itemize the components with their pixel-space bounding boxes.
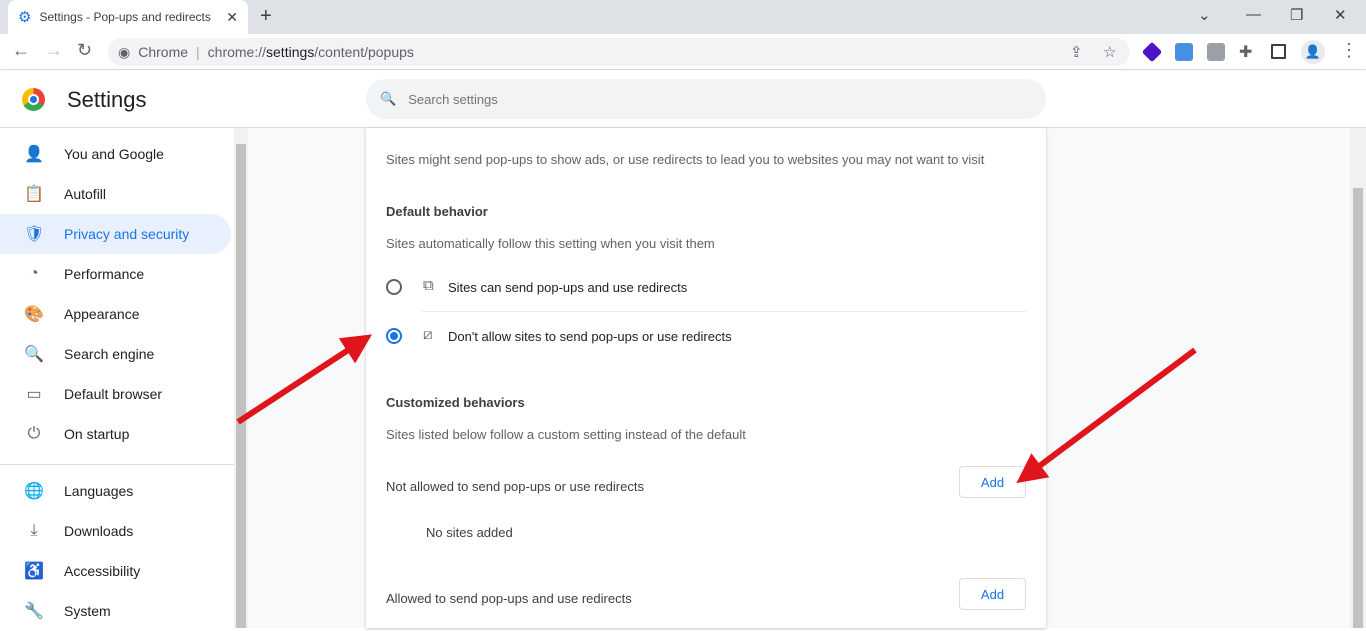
settings-header: Settings 🔍 — [0, 71, 1366, 128]
search-icon: 🔍 — [380, 91, 397, 106]
customized-heading: Customized behaviors — [386, 395, 525, 410]
sidebar-icon: 👤 — [24, 146, 44, 163]
sidebar-icon: ▭ — [26, 386, 42, 403]
sidebar-icon: ♿ — [24, 563, 44, 580]
sidebar-item-label: You and Google — [64, 146, 164, 162]
puzzle-icon[interactable]: ✚ — [1239, 42, 1252, 62]
default-behavior-sub: Sites automatically follow this setting … — [386, 236, 715, 251]
sidebar-item-search-engine[interactable]: 🔍 Search engine — [0, 334, 231, 374]
sidebar-divider — [0, 464, 234, 465]
sidebar-item-on-startup[interactable]: ⏻ On startup — [0, 414, 231, 454]
address-bar[interactable]: ◉ Chrome | chrome://settings/content/pop… — [108, 38, 1130, 66]
tab-strip: ⚙ Settings - Pop-ups and redirects ✕ + ⌄… — [0, 0, 1366, 34]
radio-allow[interactable] — [386, 279, 402, 295]
sidebar-item-label: Autofill — [64, 186, 107, 202]
sidebar-icon: ⏻ — [27, 425, 41, 442]
add-allowed-site-button[interactable]: Add — [959, 578, 1026, 610]
search-input[interactable] — [408, 91, 1009, 107]
chrome-logo — [22, 88, 45, 111]
site-chip: Chrome — [138, 44, 189, 60]
search-settings[interactable]: 🔍 — [366, 79, 1046, 119]
chrome-icon: ◉ — [118, 43, 131, 60]
not-allowed-label: Not allowed to send pop-ups or use redir… — [386, 479, 644, 494]
open-in-new-icon: ⧉ — [423, 277, 434, 294]
option-block-label[interactable]: Don't allow sites to send pop-ups or use… — [448, 329, 732, 344]
main-scrollbar[interactable] — [1350, 128, 1366, 628]
sidebar-item-label: Performance — [64, 266, 145, 282]
sidebar-item-label: Privacy and security — [64, 226, 190, 242]
tab-search-icon[interactable]: ⌄ — [1198, 6, 1211, 24]
sidebar-item-label: Downloads — [64, 523, 134, 539]
new-tab-button[interactable]: + — [260, 5, 272, 28]
page-title: Settings — [67, 87, 147, 112]
sidebar-item-label: Languages — [64, 483, 134, 499]
sidebar-icon: 🌐 — [24, 483, 44, 500]
side-panel-icon[interactable] — [1271, 44, 1286, 59]
sidebar-item-system[interactable]: 🔧 System — [0, 591, 231, 631]
default-behavior-heading: Default behavior — [386, 204, 488, 219]
divider — [422, 311, 1026, 312]
sidebar-item-label: Default browser — [64, 386, 163, 402]
sidebar-icon: 🔍 — [24, 346, 44, 363]
blocked-popup-icon: ⧄ — [423, 326, 433, 343]
sidebar-item-downloads[interactable]: ⤓ Downloads — [0, 511, 231, 551]
sidebar-item-label: On startup — [64, 426, 130, 442]
sidebar-item-appearance[interactable]: 🎨 Appearance — [0, 294, 231, 334]
profile-avatar[interactable]: 👤 — [1301, 40, 1325, 64]
sidebar-item-accessibility[interactable]: ♿ Accessibility — [0, 551, 231, 591]
sidebar-item-performance[interactable]: ◔ Performance — [0, 254, 231, 294]
sidebar-item-privacy-and-security[interactable]: 🛡 Privacy and security — [0, 214, 231, 254]
forward-icon[interactable]: → — [45, 40, 63, 61]
browser-toolbar: ← → ↻ ◉ Chrome | chrome://settings/conte… — [0, 34, 1366, 70]
restore-button[interactable]: ❐ — [1290, 6, 1303, 24]
menu-icon[interactable]: ⋮ — [1340, 40, 1358, 61]
sidebar-icon: ⤓ — [30, 522, 38, 539]
sidebar-item-you-and-google[interactable]: 👤 You and Google — [0, 134, 231, 174]
close-window-button[interactable]: ✕ — [1334, 6, 1347, 24]
allowed-label: Allowed to send pop-ups and use redirect… — [386, 591, 632, 606]
sidebar-icon: ◔ — [29, 265, 39, 282]
popups-card: Sites might send pop-ups to show ads, or… — [366, 128, 1046, 628]
url-text: chrome://settings/content/popups — [207, 44, 414, 60]
sidebar-item-default-browser[interactable]: ▭ Default browser — [0, 374, 231, 414]
sidebar-item-languages[interactable]: 🌐 Languages — [0, 471, 231, 511]
customized-sub: Sites listed below follow a custom setti… — [386, 427, 746, 442]
extension-icon[interactable] — [1175, 43, 1193, 61]
sidebar-icon: 🎨 — [24, 306, 44, 323]
gear-icon: ⚙ — [18, 9, 32, 26]
share-icon[interactable]: ⇪ — [1070, 43, 1083, 61]
sidebar-icon: 📋 — [24, 186, 44, 203]
sidebar-item-label: System — [64, 603, 111, 619]
description: Sites might send pop-ups to show ads, or… — [386, 152, 985, 167]
close-tab-icon[interactable]: ✕ — [226, 9, 238, 26]
minimize-button[interactable]: — — [1246, 6, 1261, 23]
extension-icon[interactable] — [1141, 41, 1163, 63]
option-allow-label[interactable]: Sites can send pop-ups and use redirects — [448, 280, 687, 295]
radio-block[interactable] — [386, 328, 402, 344]
no-sites-text: No sites added — [426, 525, 513, 540]
code-extension-icon[interactable] — [1207, 43, 1225, 61]
back-icon[interactable]: ← — [12, 40, 30, 61]
tab-settings[interactable]: ⚙ Settings - Pop-ups and redirects ✕ — [8, 0, 248, 34]
reload-icon[interactable]: ↻ — [77, 40, 92, 61]
star-icon[interactable]: ☆ — [1103, 43, 1116, 61]
sidebar-item-label: Accessibility — [64, 563, 141, 579]
add-blocked-site-button[interactable]: Add — [959, 466, 1026, 498]
sidebar-item-label: Search engine — [64, 346, 155, 362]
sidebar-item-autofill[interactable]: 📋 Autofill — [0, 174, 231, 214]
sidebar: 👤 You and Google 📋 Autofill 🛡 Privacy and sec… — [0, 128, 234, 628]
tab-title: Settings - Pop-ups and redirects — [39, 10, 211, 24]
main-content: Sites might send pop-ups to show ads, or… — [248, 128, 1350, 628]
sidebar-scrollbar[interactable] — [234, 128, 248, 628]
sidebar-item-label: Appearance — [64, 306, 140, 322]
sidebar-icon: 🛡 — [24, 226, 45, 243]
sidebar-icon: 🔧 — [24, 603, 44, 620]
